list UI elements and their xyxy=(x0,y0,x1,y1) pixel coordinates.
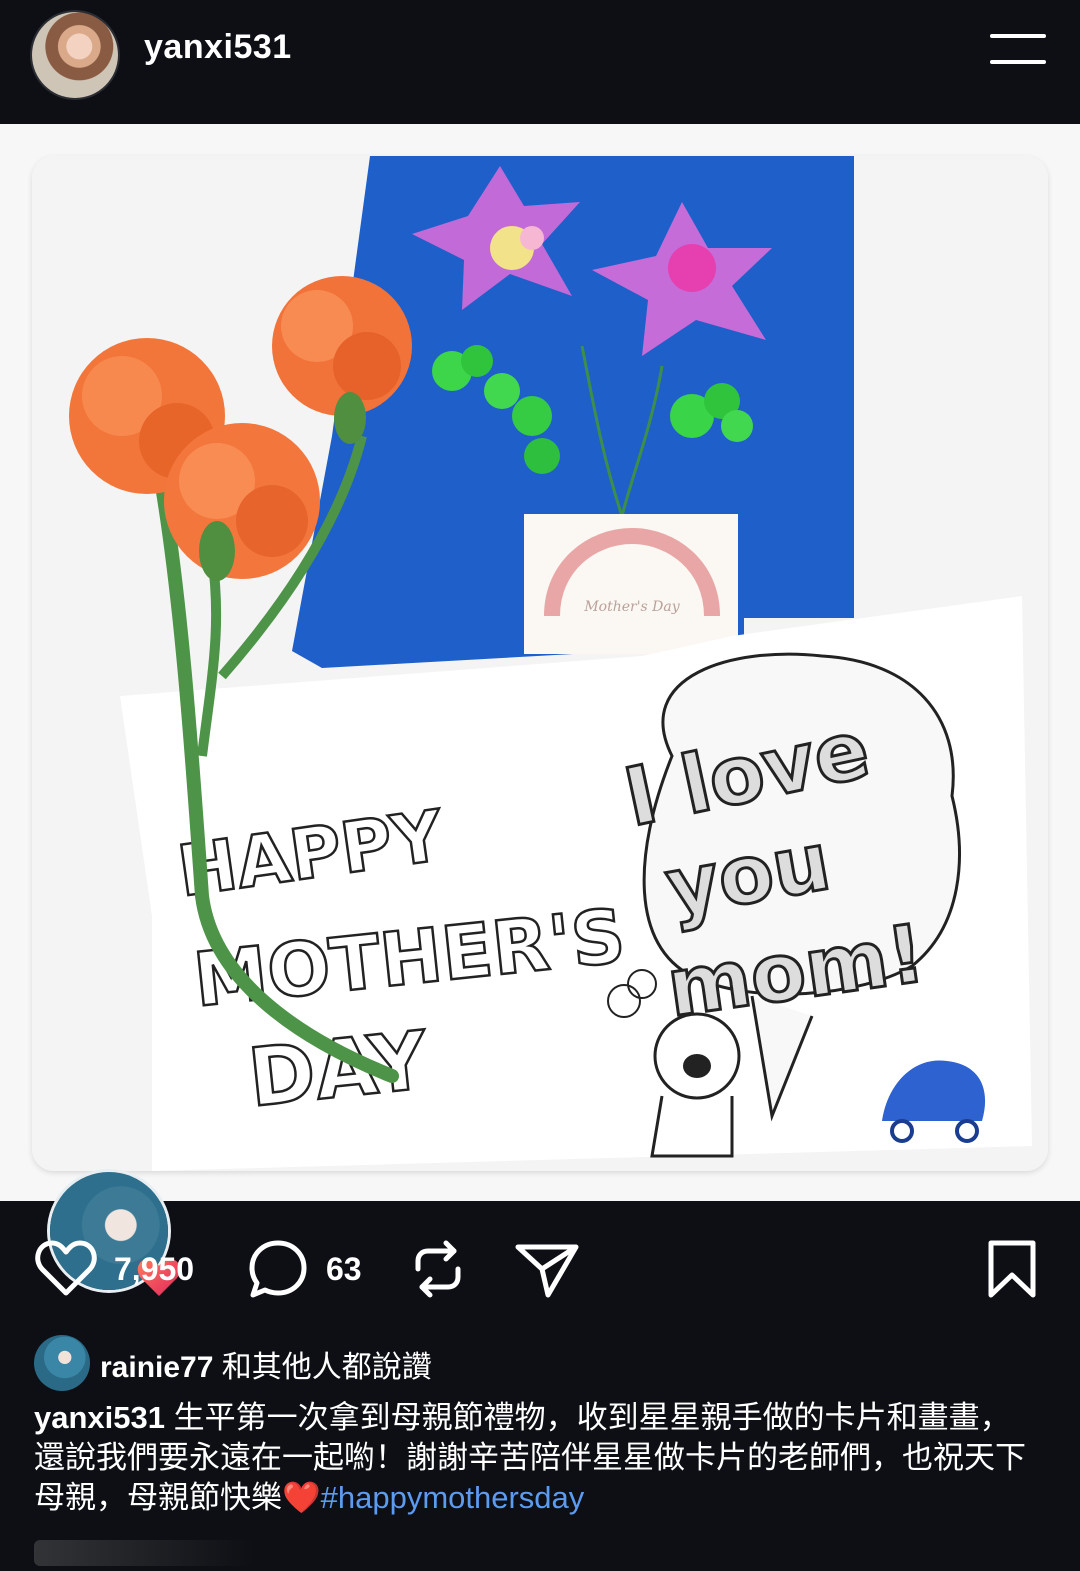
orange-carnation xyxy=(164,423,320,579)
menu-icon[interactable] xyxy=(988,30,1048,70)
like-count[interactable]: 7,950 xyxy=(114,1251,194,1288)
repost-icon[interactable] xyxy=(408,1239,468,1299)
liked-by-user[interactable]: rainie77 xyxy=(100,1351,213,1384)
post-caption: yanxi531 生平第一次拿到母親節禮物，收到星星親手做的卡片和畫畫，還說我們… xyxy=(34,1398,1034,1518)
comment-count[interactable]: 63 xyxy=(326,1251,362,1288)
liked-by-suffix: 和其他人都說讚 xyxy=(213,1351,432,1384)
small-card-text: Mother's Day xyxy=(583,599,680,615)
author-avatar[interactable] xyxy=(32,12,118,98)
hashtag-link[interactable]: #happymothersday xyxy=(321,1480,585,1515)
share-icon[interactable] xyxy=(514,1241,580,1299)
author-username[interactable]: yanxi531 xyxy=(144,28,292,67)
post-header: yanxi531 xyxy=(0,0,1080,124)
orange-carnation xyxy=(272,276,412,416)
liked-by-avatar[interactable] xyxy=(34,1335,90,1391)
like-icon[interactable] xyxy=(34,1239,98,1297)
post-media[interactable]: Mother's Day HAPPY MOTHER'S DAY I love y… xyxy=(0,124,1080,1296)
photo-illustration: Mother's Day HAPPY MOTHER'S DAY I love y… xyxy=(32,156,1048,1171)
comment-icon[interactable] xyxy=(248,1239,308,1299)
heart-emoji: ❤️ xyxy=(282,1480,321,1515)
faded-text xyxy=(34,1540,254,1566)
post-photo[interactable]: Mother's Day HAPPY MOTHER'S DAY I love y… xyxy=(32,156,1048,1171)
liked-by[interactable]: rainie77 和其他人都說讚 xyxy=(100,1342,432,1386)
action-bar: 7,950 63 xyxy=(0,1201,1080,1331)
caption-username[interactable]: yanxi531 xyxy=(34,1400,165,1435)
bookmark-icon[interactable] xyxy=(986,1239,1038,1299)
drawing-day: DAY xyxy=(244,1014,432,1125)
